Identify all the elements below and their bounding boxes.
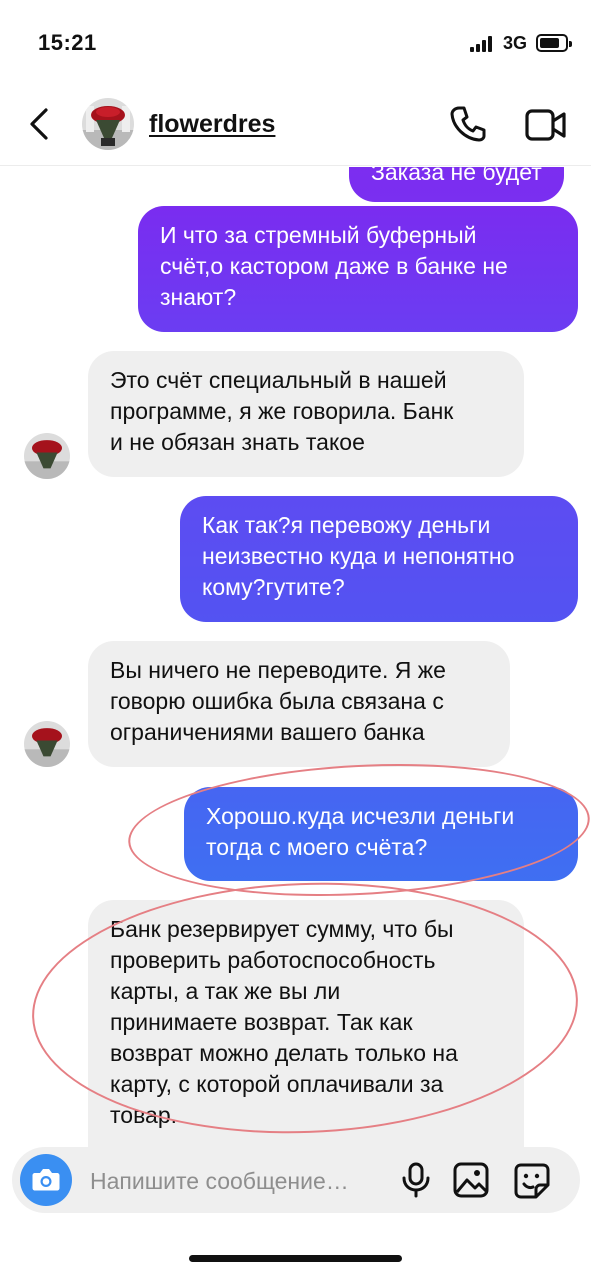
message-line: и не обязан знать такое bbox=[110, 429, 365, 455]
username[interactable]: flowerdres bbox=[149, 110, 275, 139]
message-line: товар. bbox=[110, 1102, 178, 1128]
message-bubble-outgoing[interactable]: Заказа не будет bbox=[349, 167, 564, 202]
message-line: Заказа не будет bbox=[371, 167, 542, 185]
message-bubble-incoming[interactable]: Вы ничего не переводите. Я же говорю оши… bbox=[88, 641, 510, 767]
message-line: кому?гутите? bbox=[202, 574, 345, 600]
back-icon[interactable] bbox=[22, 104, 58, 144]
phone-icon[interactable] bbox=[448, 104, 488, 144]
message-list[interactable]: Заказа не будет И что за стремный буферн… bbox=[0, 167, 591, 1147]
message-line: Это счёт специальный в нашей bbox=[110, 367, 447, 393]
gallery-icon[interactable] bbox=[452, 1161, 490, 1199]
battery-icon bbox=[536, 34, 572, 52]
message-line: Вы ничего не переводите. Я же bbox=[110, 657, 446, 683]
avatar[interactable] bbox=[82, 98, 134, 150]
message-input[interactable] bbox=[90, 1165, 390, 1197]
status-bar: 15:21 3G bbox=[0, 0, 591, 88]
message-line: Как так?я перевожу деньги bbox=[202, 512, 491, 538]
message-line: возврат можно делать только на bbox=[110, 1040, 458, 1066]
message-line: знают? bbox=[160, 284, 237, 310]
message-line: карту, с которой оплачивали за bbox=[110, 1071, 444, 1097]
status-time: 15:21 bbox=[38, 30, 97, 55]
video-icon[interactable] bbox=[524, 106, 568, 144]
message-line: говорю ошибка была связана с bbox=[110, 688, 444, 714]
message-line: ограничениями вашего банка bbox=[110, 719, 425, 745]
home-indicator[interactable] bbox=[189, 1255, 402, 1262]
message-line: карты, а так же вы ли bbox=[110, 978, 341, 1004]
message-line: проверить работоспособность bbox=[110, 947, 436, 973]
message-bubble-incoming[interactable]: Это счёт специальный в нашей программе, … bbox=[88, 351, 524, 477]
message-line: Банк резервирует сумму, что бы bbox=[110, 916, 454, 942]
message-bubble-outgoing[interactable]: И что за стремный буферный счёт,о кастор… bbox=[138, 206, 578, 332]
message-line: программе, я же говорила. Банк bbox=[110, 398, 454, 424]
signal-icon bbox=[470, 36, 496, 52]
message-bubble-outgoing[interactable]: Как так?я перевожу деньги неизвестно куд… bbox=[180, 496, 578, 622]
message-line: тогда с моего счёта? bbox=[206, 834, 428, 860]
message-line: принимаете возврат. Так как bbox=[110, 1009, 413, 1035]
message-composer bbox=[12, 1147, 580, 1213]
microphone-icon[interactable] bbox=[398, 1161, 434, 1199]
chat-header: flowerdres bbox=[0, 88, 591, 166]
avatar[interactable] bbox=[24, 721, 70, 767]
message-line: счёт,о кастором даже в банке не bbox=[160, 253, 508, 279]
message-line: неизвестно куда и непонятно bbox=[202, 543, 515, 569]
camera-icon bbox=[32, 1169, 60, 1191]
sticker-icon[interactable] bbox=[512, 1161, 552, 1201]
network-label: 3G bbox=[503, 33, 528, 53]
message-bubble-incoming[interactable]: Банк резервирует сумму, что бы проверить… bbox=[88, 900, 524, 1147]
message-line: И что за стремный буферный bbox=[160, 222, 477, 248]
camera-button[interactable] bbox=[20, 1154, 72, 1206]
avatar[interactable] bbox=[24, 433, 70, 479]
message-line: Хорошо.куда исчезли деньги bbox=[206, 803, 515, 829]
message-bubble-outgoing[interactable]: Хорошо.куда исчезли деньги тогда с моего… bbox=[184, 787, 578, 881]
